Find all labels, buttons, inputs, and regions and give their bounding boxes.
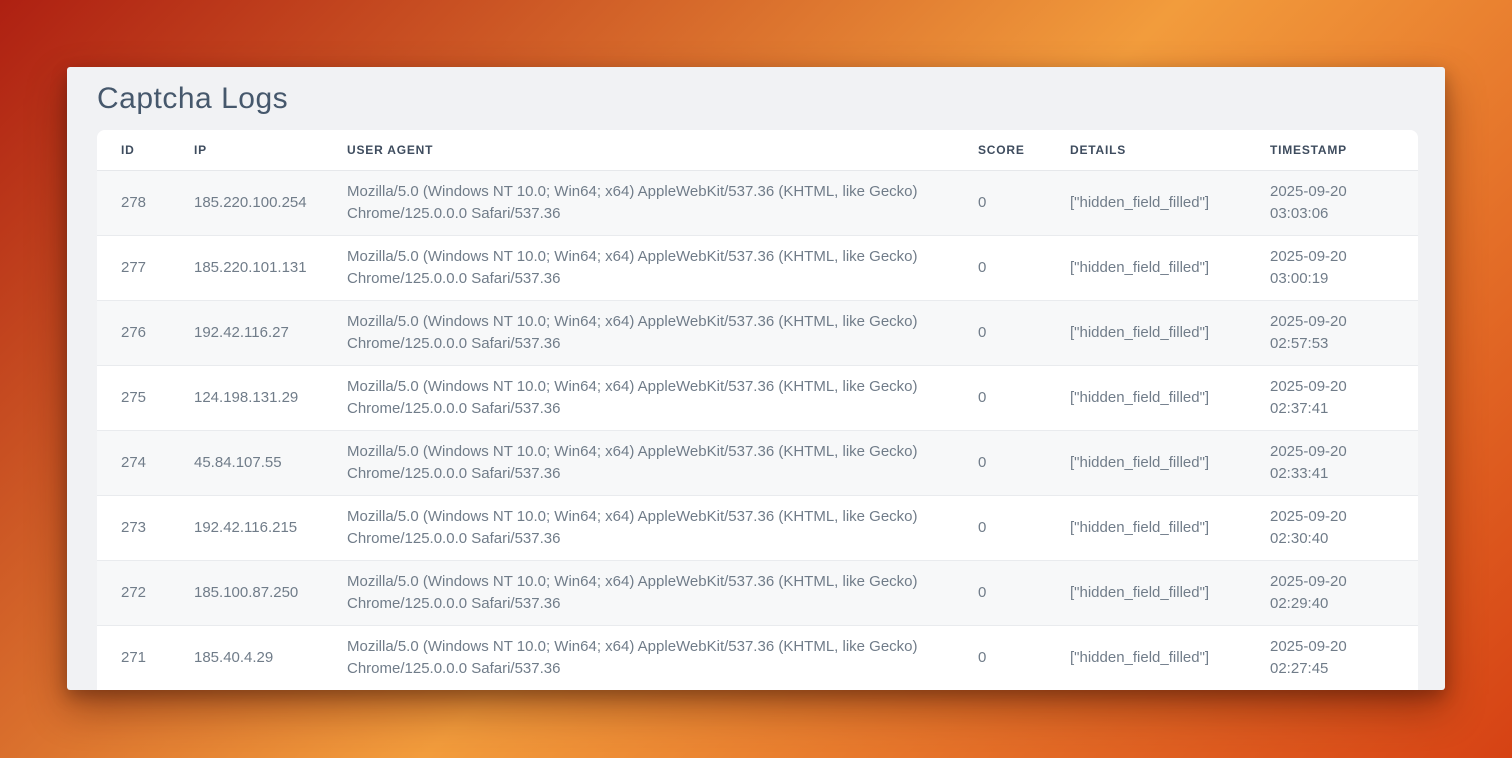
cell-timestamp: 2025-09-20 03:00:19 [1246,235,1418,300]
table-row: 272 185.100.87.250 Mozilla/5.0 (Windows … [97,560,1418,625]
cell-details: ["hidden_field_filled"] [1046,625,1246,690]
captcha-logs-card: Captcha Logs ID IP USER AGENT SCORE DETA… [67,67,1445,690]
col-header-details: DETAILS [1046,130,1246,170]
cell-user-agent: Mozilla/5.0 (Windows NT 10.0; Win64; x64… [323,300,954,365]
cell-score: 0 [954,560,1046,625]
cell-ip: 185.40.4.29 [170,625,323,690]
cell-details: ["hidden_field_filled"] [1046,235,1246,300]
cell-id: 271 [97,625,170,690]
cell-score: 0 [954,495,1046,560]
cell-details: ["hidden_field_filled"] [1046,300,1246,365]
cell-timestamp: 2025-09-20 02:57:53 [1246,300,1418,365]
table-row: 277 185.220.101.131 Mozilla/5.0 (Windows… [97,235,1418,300]
cell-timestamp: 2025-09-20 02:37:41 [1246,365,1418,430]
cell-user-agent: Mozilla/5.0 (Windows NT 10.0; Win64; x64… [323,560,954,625]
table-body: 278 185.220.100.254 Mozilla/5.0 (Windows… [97,170,1418,690]
cell-id: 278 [97,170,170,235]
cell-score: 0 [954,365,1046,430]
cell-details: ["hidden_field_filled"] [1046,170,1246,235]
col-header-score: SCORE [954,130,1046,170]
cell-details: ["hidden_field_filled"] [1046,430,1246,495]
cell-user-agent: Mozilla/5.0 (Windows NT 10.0; Win64; x64… [323,495,954,560]
table-row: 275 124.198.131.29 Mozilla/5.0 (Windows … [97,365,1418,430]
table-row: 278 185.220.100.254 Mozilla/5.0 (Windows… [97,170,1418,235]
cell-id: 275 [97,365,170,430]
logs-table: ID IP USER AGENT SCORE DETAILS TIMESTAMP… [97,130,1418,690]
table-row: 273 192.42.116.215 Mozilla/5.0 (Windows … [97,495,1418,560]
col-header-ip: IP [170,130,323,170]
cell-id: 274 [97,430,170,495]
cell-user-agent: Mozilla/5.0 (Windows NT 10.0; Win64; x64… [323,365,954,430]
page-background: Captcha Logs ID IP USER AGENT SCORE DETA… [0,0,1512,758]
cell-score: 0 [954,625,1046,690]
cell-ip: 192.42.116.27 [170,300,323,365]
col-header-timestamp: TIMESTAMP [1246,130,1418,170]
cell-timestamp: 2025-09-20 02:33:41 [1246,430,1418,495]
cell-user-agent: Mozilla/5.0 (Windows NT 10.0; Win64; x64… [323,170,954,235]
col-header-id: ID [97,130,170,170]
cell-ip: 185.220.101.131 [170,235,323,300]
cell-user-agent: Mozilla/5.0 (Windows NT 10.0; Win64; x64… [323,235,954,300]
cell-timestamp: 2025-09-20 02:29:40 [1246,560,1418,625]
cell-timestamp: 2025-09-20 02:27:45 [1246,625,1418,690]
cell-id: 272 [97,560,170,625]
cell-ip: 124.198.131.29 [170,365,323,430]
cell-score: 0 [954,430,1046,495]
cell-user-agent: Mozilla/5.0 (Windows NT 10.0; Win64; x64… [323,625,954,690]
cell-ip: 45.84.107.55 [170,430,323,495]
cell-details: ["hidden_field_filled"] [1046,365,1246,430]
cell-id: 277 [97,235,170,300]
cell-timestamp: 2025-09-20 02:30:40 [1246,495,1418,560]
cell-id: 276 [97,300,170,365]
cell-id: 273 [97,495,170,560]
cell-score: 0 [954,300,1046,365]
logs-table-container: ID IP USER AGENT SCORE DETAILS TIMESTAMP… [97,130,1418,690]
cell-score: 0 [954,170,1046,235]
cell-ip: 192.42.116.215 [170,495,323,560]
cell-score: 0 [954,235,1046,300]
page-title: Captcha Logs [67,67,1445,130]
table-row: 276 192.42.116.27 Mozilla/5.0 (Windows N… [97,300,1418,365]
cell-ip: 185.220.100.254 [170,170,323,235]
table-row: 271 185.40.4.29 Mozilla/5.0 (Windows NT … [97,625,1418,690]
cell-details: ["hidden_field_filled"] [1046,560,1246,625]
cell-details: ["hidden_field_filled"] [1046,495,1246,560]
col-header-user-agent: USER AGENT [323,130,954,170]
table-row: 274 45.84.107.55 Mozilla/5.0 (Windows NT… [97,430,1418,495]
cell-timestamp: 2025-09-20 03:03:06 [1246,170,1418,235]
table-header-row: ID IP USER AGENT SCORE DETAILS TIMESTAMP [97,130,1418,170]
cell-ip: 185.100.87.250 [170,560,323,625]
cell-user-agent: Mozilla/5.0 (Windows NT 10.0; Win64; x64… [323,430,954,495]
